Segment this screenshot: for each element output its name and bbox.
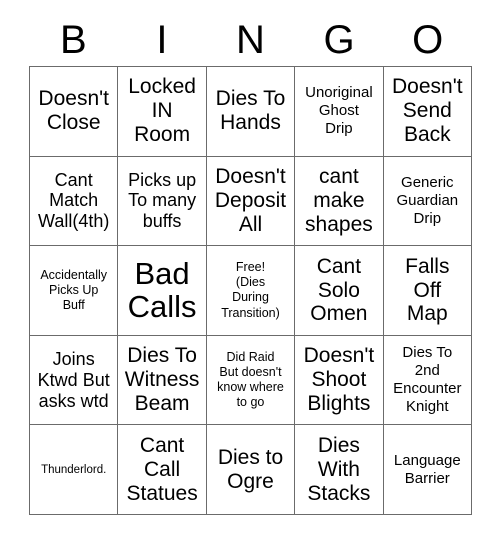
bingo-header-letter-b: B <box>59 18 87 62</box>
bingo-cell-label: Dies With Stacks <box>307 433 371 505</box>
bingo-cell-label: Free! (Dies During Transition) <box>221 259 280 320</box>
bingo-cell[interactable]: Doesn't Deposit All <box>206 156 296 247</box>
bingo-cell-label: Dies To Hands <box>215 87 286 135</box>
bingo-cell[interactable]: Did Raid But doesn't know where to go <box>206 335 296 426</box>
bingo-cell-label: Cant Match Wall(4th) <box>38 169 110 232</box>
bingo-cell-label: Language Barrier <box>393 451 461 487</box>
bingo-header-letter-g: G <box>323 18 355 62</box>
bingo-cell-label: Doesn't Close <box>38 87 109 135</box>
bingo-cell-label: Doesn't Send Back <box>392 75 463 147</box>
bingo-cell[interactable]: Locked IN Room <box>118 67 207 157</box>
bingo-cell[interactable]: Dies To Witness Beam <box>118 335 207 426</box>
bingo-cell[interactable]: Dies To Hands <box>206 67 296 157</box>
bingo-cell[interactable]: Generic Guardian Drip <box>383 156 472 247</box>
bingo-cell-label: Dies to Ogre <box>217 445 284 493</box>
bingo-cell-label: Bad Calls <box>127 256 197 325</box>
bingo-cell-label: Unoriginal Ghost Drip <box>305 84 373 138</box>
bingo-cell[interactable]: Joins Ktwd But asks wtd <box>30 335 119 426</box>
bingo-card: B I N G O Doesn't Close Locked IN Room D… <box>0 0 500 544</box>
bingo-header-row: B I N G O <box>29 14 472 66</box>
bingo-cell-label: Dies To 2nd Encounter Knight <box>393 344 462 416</box>
bingo-cell-label: Falls Off Map <box>405 254 450 326</box>
bingo-cell-label: Doesn't Deposit All <box>214 164 287 236</box>
bingo-cell[interactable]: Falls Off Map <box>383 246 472 336</box>
bingo-cell-free[interactable]: Free! (Dies During Transition) <box>206 246 296 336</box>
bingo-cell-label: Picks up To many buffs <box>128 169 197 232</box>
bingo-cell-label: Did Raid But doesn't know where to go <box>217 349 284 410</box>
bingo-cell-label: Thunderlord. <box>41 463 107 476</box>
bingo-cell-label: Dies To Witness Beam <box>124 344 200 416</box>
bingo-cell-label: Generic Guardian Drip <box>396 173 459 227</box>
bingo-cell[interactable]: Dies With Stacks <box>295 425 384 515</box>
bingo-cell-label: Cant Call Statues <box>126 433 198 505</box>
bingo-header-letter-i: I <box>156 18 168 62</box>
bingo-header-letter-n: N <box>236 18 265 62</box>
bingo-cell[interactable]: Unoriginal Ghost Drip <box>295 67 384 157</box>
bingo-header-letter-o: O <box>412 18 444 62</box>
bingo-cell-label: Locked IN Room <box>128 75 196 147</box>
bingo-cell[interactable]: Accidentally Picks Up Buff <box>30 246 119 336</box>
bingo-cell-label: cant make shapes <box>305 164 373 236</box>
bingo-grid: Doesn't Close Locked IN Room Dies To Han… <box>29 66 472 515</box>
bingo-cell[interactable]: Doesn't Close <box>30 67 119 157</box>
bingo-cell[interactable]: cant make shapes <box>295 156 384 247</box>
bingo-cell-label: Cant Solo Omen <box>310 254 368 326</box>
bingo-cell[interactable]: Language Barrier <box>383 425 472 515</box>
bingo-cell[interactable]: Dies To 2nd Encounter Knight <box>383 335 472 426</box>
bingo-cell[interactable]: Cant Call Statues <box>118 425 207 515</box>
bingo-cell[interactable]: Thunderlord. <box>30 425 119 515</box>
bingo-cell[interactable]: Dies to Ogre <box>206 425 296 515</box>
bingo-cell[interactable]: Bad Calls <box>118 246 207 336</box>
bingo-cell-label: Doesn't Shoot Blights <box>303 344 375 416</box>
bingo-cell[interactable]: Doesn't Shoot Blights <box>295 335 384 426</box>
bingo-cell[interactable]: Doesn't Send Back <box>383 67 472 157</box>
bingo-cell[interactable]: Cant Solo Omen <box>295 246 384 336</box>
bingo-cell-label: Accidentally Picks Up Buff <box>40 267 108 313</box>
bingo-cell[interactable]: Cant Match Wall(4th) <box>30 156 119 247</box>
bingo-cell-label: Joins Ktwd But asks wtd <box>37 348 110 411</box>
bingo-cell[interactable]: Picks up To many buffs <box>118 156 207 247</box>
